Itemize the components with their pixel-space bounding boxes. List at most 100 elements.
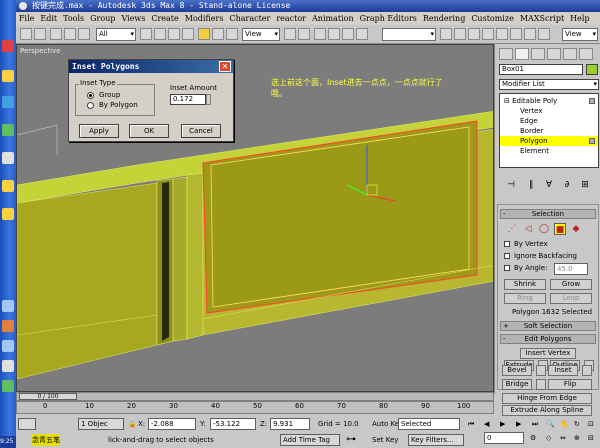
x-coordinate-input[interactable]: -2.088 [148,418,196,430]
make-unique-icon[interactable]: ∀ [543,180,555,190]
pin-stack-icon[interactable]: ⊣ [505,180,517,190]
app-icon[interactable] [2,380,14,392]
border-mode-icon[interactable]: ◯ [538,223,550,235]
flip-button[interactable]: Flip [548,379,592,390]
menu-maxscript[interactable]: MAXScript [517,12,567,25]
radio-by-polygon[interactable] [87,102,94,109]
pan-icon[interactable]: ✋ [560,418,569,430]
select-scale-icon[interactable] [226,28,238,40]
bevel-button[interactable]: Bevel [502,365,532,376]
reference-coord-select[interactable]: View [242,28,280,41]
menu-animation[interactable]: Animation [309,12,357,25]
selection-rollout-header[interactable]: - Selection [500,209,596,219]
select-by-name-icon[interactable] [154,28,166,40]
set-key-label[interactable]: Set Key [372,434,398,446]
angle-input[interactable]: 45.0 [554,263,588,275]
stack-vertex[interactable]: Vertex [500,106,598,116]
y-coordinate-input[interactable]: -53.122 [210,418,256,430]
loop-button[interactable]: Loop [550,293,592,304]
object-color-swatch[interactable] [586,64,598,75]
ignore-backfacing-checkbox[interactable] [504,253,510,259]
key-filters-button[interactable]: Key Filters... [408,434,464,446]
menu-character[interactable]: Character [226,12,273,25]
add-time-tag-button[interactable]: Add Time Tag [280,434,340,446]
vertex-mode-icon[interactable]: ⋰ [506,223,518,235]
folder-icon[interactable] [2,208,14,220]
bevel-settings-icon[interactable] [536,365,546,376]
time-slider-handle[interactable]: 0 / 100 [19,393,77,400]
maximize-viewport-icon[interactable]: ⊡ [588,418,594,430]
modify-tab-icon[interactable] [515,48,529,60]
hierarchy-tab-icon[interactable] [531,48,545,60]
show-end-result-icon[interactable]: ∥ [525,180,537,190]
select-move-icon[interactable] [198,28,210,40]
stack-polygon[interactable]: Polygon [500,136,598,146]
set-key-icon[interactable]: ⊶ [346,434,356,446]
curve-editor-icon[interactable] [482,28,494,40]
zoom-icon[interactable]: 🔍 [546,418,555,430]
play-icon[interactable]: ▶ [500,418,505,430]
apply-button[interactable]: Apply [79,124,119,138]
menu-modifiers[interactable]: Modifiers [182,12,227,25]
ok-button[interactable]: OK [129,124,169,138]
insert-vertex-button[interactable]: Insert Vertex [520,348,576,359]
arc-rotate-icon[interactable]: ↻ [574,418,580,430]
stack-element[interactable]: Element [500,146,598,156]
edit-polygons-rollout-header[interactable]: - Edit Polygons [500,334,596,344]
app-icon[interactable] [2,300,14,312]
viewport-label[interactable]: Perspective [20,47,61,55]
time-slider[interactable]: 0 / 100 [16,392,494,401]
schematic-view-icon[interactable] [496,28,508,40]
radio-group[interactable] [87,92,94,99]
layer-manager-icon[interactable] [468,28,480,40]
cancel-button[interactable]: Cancel [181,124,221,138]
menu-edit[interactable]: Edit [37,12,60,25]
menu-graph-editors[interactable]: Graph Editors [357,12,420,25]
grow-button[interactable]: Grow [550,279,592,290]
app-icon[interactable] [2,340,14,352]
folder-icon[interactable] [2,70,14,82]
motion-tab-icon[interactable] [547,48,561,60]
undo-icon[interactable] [20,28,32,40]
menu-views[interactable]: Views [118,12,148,25]
inset-settings-icon[interactable] [582,365,592,376]
by-vertex-checkbox[interactable] [504,241,510,247]
ring-button[interactable]: Ring [504,293,546,304]
create-tab-icon[interactable] [499,48,513,60]
field-of-view-icon[interactable]: ◇ [546,432,551,444]
bridge-button[interactable]: Bridge [502,379,532,390]
soft-selection-rollout-header[interactable]: + Soft Selection [500,321,596,331]
extrude-along-spline-button[interactable]: Extrude Along Spline [502,405,592,416]
object-name-input[interactable]: Box01 [499,64,583,75]
remove-modifier-icon[interactable]: ∂ [561,180,573,190]
app-icon[interactable] [2,124,14,136]
menu-help[interactable]: Help [567,12,592,25]
prev-frame-icon[interactable]: ◀ [484,418,489,430]
menu-file[interactable]: File [16,12,37,25]
app-icon[interactable] [2,320,14,332]
menu-create[interactable]: Create [148,12,181,25]
configure-modifier-sets-icon[interactable]: ⊞ [579,180,591,190]
mirror-icon[interactable] [440,28,452,40]
browser-icon[interactable] [2,96,14,108]
unlink-icon[interactable] [64,28,76,40]
modifier-list-select[interactable]: Modifier List [499,79,599,90]
stack-border[interactable]: Border [500,126,598,136]
app-icon[interactable] [2,40,14,52]
min-max-icon[interactable]: ⊟ [588,432,594,444]
menu-rendering[interactable]: Rendering [420,12,468,25]
app-icon[interactable] [2,360,14,372]
stack-editable-poly[interactable]: ⊟ Editable Poly [500,96,598,106]
walk-icon[interactable]: ⇔ [560,432,566,444]
polygon-mode-icon[interactable]: ■ [554,223,566,235]
lock-icon[interactable]: 🔒 [128,418,137,430]
material-editor-icon[interactable] [510,28,522,40]
menu-tools[interactable]: Tools [60,12,87,25]
bridge-settings-icon[interactable] [536,379,546,390]
select-object-icon[interactable] [140,28,152,40]
select-region-icon[interactable] [168,28,180,40]
ime-indicator[interactable]: 念青五笔 [32,434,60,446]
orbit-icon[interactable]: ⊕ [574,432,580,444]
app-icon[interactable] [2,152,14,164]
percent-snap-icon[interactable] [342,28,354,40]
